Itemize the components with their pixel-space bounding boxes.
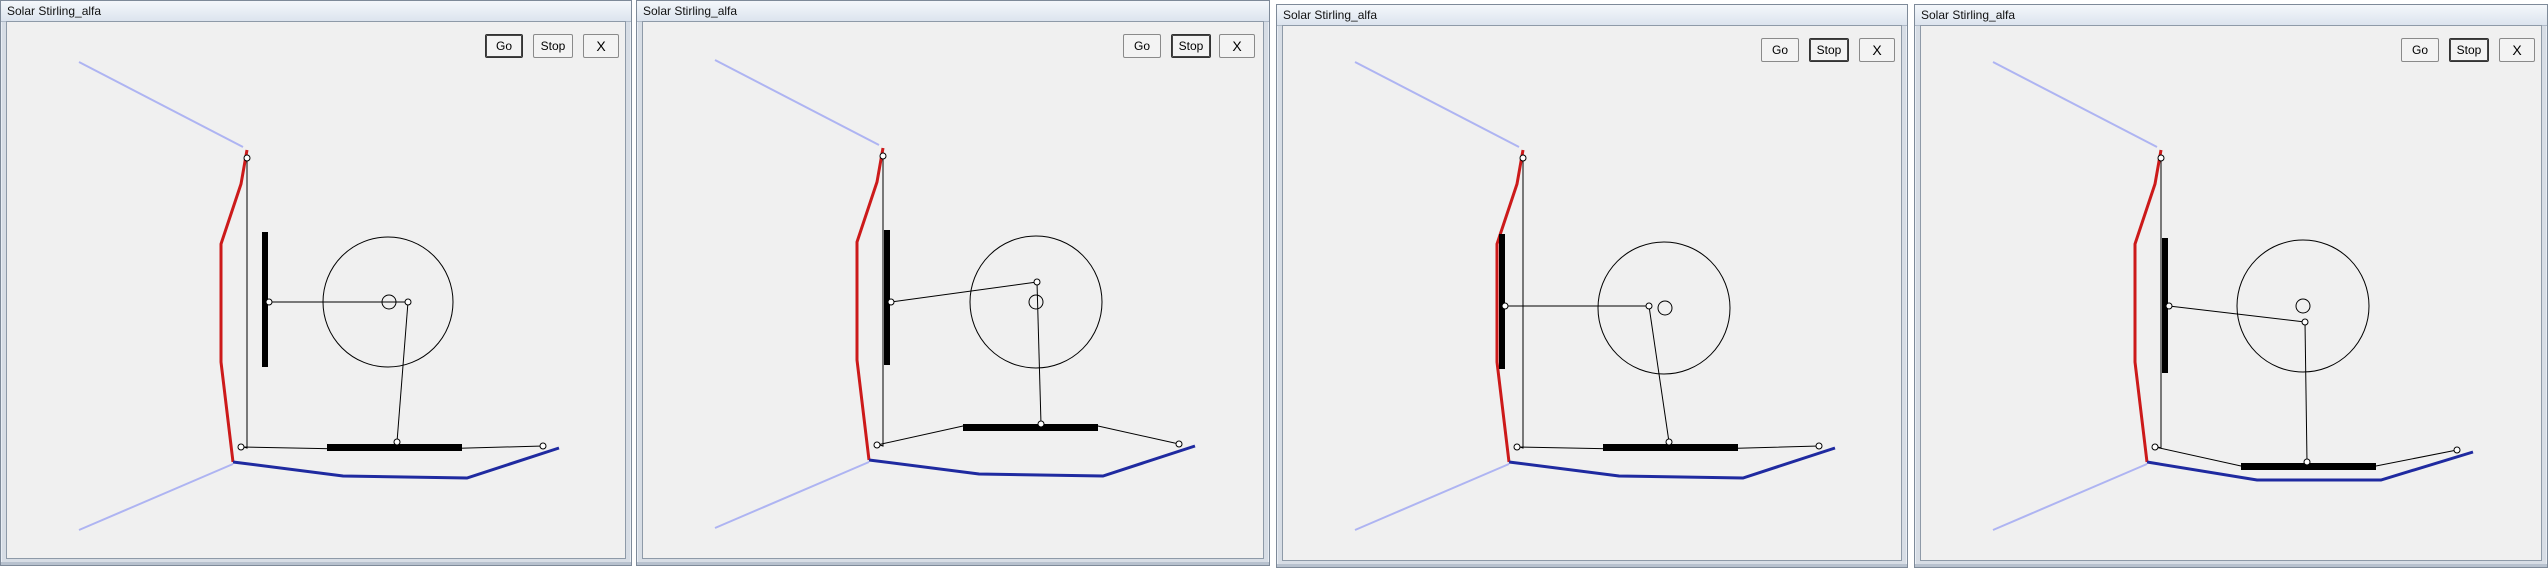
flywheel bbox=[2236, 239, 2370, 373]
cold-mirror bbox=[868, 444, 1196, 478]
light-ray-lower bbox=[714, 461, 870, 529]
hot-piston bbox=[884, 230, 890, 365]
frame-link bbox=[240, 157, 248, 449]
cold-connecting-rod bbox=[396, 301, 409, 443]
flywheel bbox=[969, 235, 1103, 369]
simulation-canvas: Go Stop X bbox=[1282, 25, 1902, 561]
flywheel bbox=[1597, 241, 1731, 375]
light-ray-upper bbox=[714, 59, 880, 146]
cold-connecting-rod bbox=[1036, 281, 1042, 425]
hot-mirror bbox=[219, 149, 249, 463]
light-ray-upper bbox=[1992, 61, 2158, 148]
hot-piston bbox=[1499, 234, 1505, 369]
light-ray-upper bbox=[1354, 61, 1520, 148]
pivot-hot-rod bbox=[2165, 302, 2173, 310]
stirling-diagram bbox=[78, 61, 560, 531]
light-ray-upper bbox=[78, 61, 244, 148]
pivot-hot-rod bbox=[887, 298, 895, 306]
frame-link bbox=[1516, 157, 1524, 449]
pivot-bottom-left bbox=[873, 441, 881, 449]
pivot-top bbox=[2157, 154, 2165, 162]
frame-link bbox=[876, 155, 884, 447]
cold-mirror bbox=[1508, 446, 1836, 480]
pivot-top bbox=[1519, 154, 1527, 162]
pivot-crank bbox=[1645, 302, 1653, 310]
hot-mirror bbox=[855, 147, 885, 461]
pivot-cold-rod bbox=[1665, 438, 1673, 446]
simulation-canvas: Go Stop X bbox=[642, 21, 1264, 559]
flywheel-hub bbox=[1657, 300, 1673, 316]
title-bar[interactable]: Solar Stirling_alfa bbox=[1915, 5, 2547, 26]
cold-piston bbox=[327, 444, 462, 451]
stirling-diagram bbox=[714, 59, 1196, 529]
cold-mirror bbox=[232, 446, 560, 480]
pivot-top bbox=[879, 152, 887, 160]
pivot-cold-rod bbox=[2303, 458, 2311, 466]
simulation-canvas: Go Stop X bbox=[1920, 25, 2542, 561]
pivot-bottom-right bbox=[2453, 446, 2461, 454]
app-window-3: Solar Stirling_alfa Go Stop X bbox=[1276, 4, 1908, 568]
title-bar[interactable]: Solar Stirling_alfa bbox=[1, 1, 631, 22]
pivot-bottom-left bbox=[1513, 443, 1521, 451]
title-bar[interactable]: Solar Stirling_alfa bbox=[1277, 5, 1907, 26]
flywheel-hub bbox=[2295, 298, 2311, 314]
pivot-bottom-right bbox=[1175, 440, 1183, 448]
pivot-bottom-left bbox=[2151, 443, 2159, 451]
title-bar[interactable]: Solar Stirling_alfa bbox=[637, 1, 1269, 22]
app-window-2: Solar Stirling_alfa Go Stop X bbox=[636, 0, 1270, 566]
flywheel-hub bbox=[1028, 294, 1044, 310]
cold-piston bbox=[963, 424, 1098, 431]
pivot-crank bbox=[404, 298, 412, 306]
pivot-hot-rod bbox=[265, 298, 273, 306]
window-title: Solar Stirling_alfa bbox=[7, 4, 102, 18]
app-window-1: Solar Stirling_alfa Go Stop X bbox=[0, 0, 632, 566]
window-title: Solar Stirling_alfa bbox=[1921, 8, 2016, 22]
simulation-canvas: Go Stop X bbox=[6, 21, 626, 559]
pivot-top bbox=[243, 154, 251, 162]
pivot-crank bbox=[1033, 278, 1041, 286]
app-window-4: Solar Stirling_alfa Go Stop X bbox=[1914, 4, 2548, 568]
window-title: Solar Stirling_alfa bbox=[1283, 8, 1378, 22]
pivot-cold-rod bbox=[1037, 420, 1045, 428]
hot-mirror bbox=[2133, 149, 2163, 463]
light-ray-lower bbox=[1992, 463, 2148, 531]
light-ray-lower bbox=[1354, 463, 1510, 531]
window-title: Solar Stirling_alfa bbox=[643, 4, 738, 18]
stirling-diagram bbox=[1354, 61, 1836, 531]
pivot-bottom-right bbox=[539, 442, 547, 450]
light-ray-lower bbox=[78, 463, 234, 531]
hot-connecting-rod bbox=[890, 281, 1038, 303]
pivot-hot-rod bbox=[1501, 302, 1509, 310]
frame-link bbox=[2154, 157, 2162, 449]
pivot-bottom-right bbox=[1815, 442, 1823, 450]
pivot-cold-rod bbox=[393, 438, 401, 446]
pivot-crank bbox=[2301, 318, 2309, 326]
cold-connecting-rod bbox=[2304, 321, 2308, 463]
pivot-bottom-left bbox=[237, 443, 245, 451]
stirling-diagram bbox=[1992, 61, 2474, 531]
